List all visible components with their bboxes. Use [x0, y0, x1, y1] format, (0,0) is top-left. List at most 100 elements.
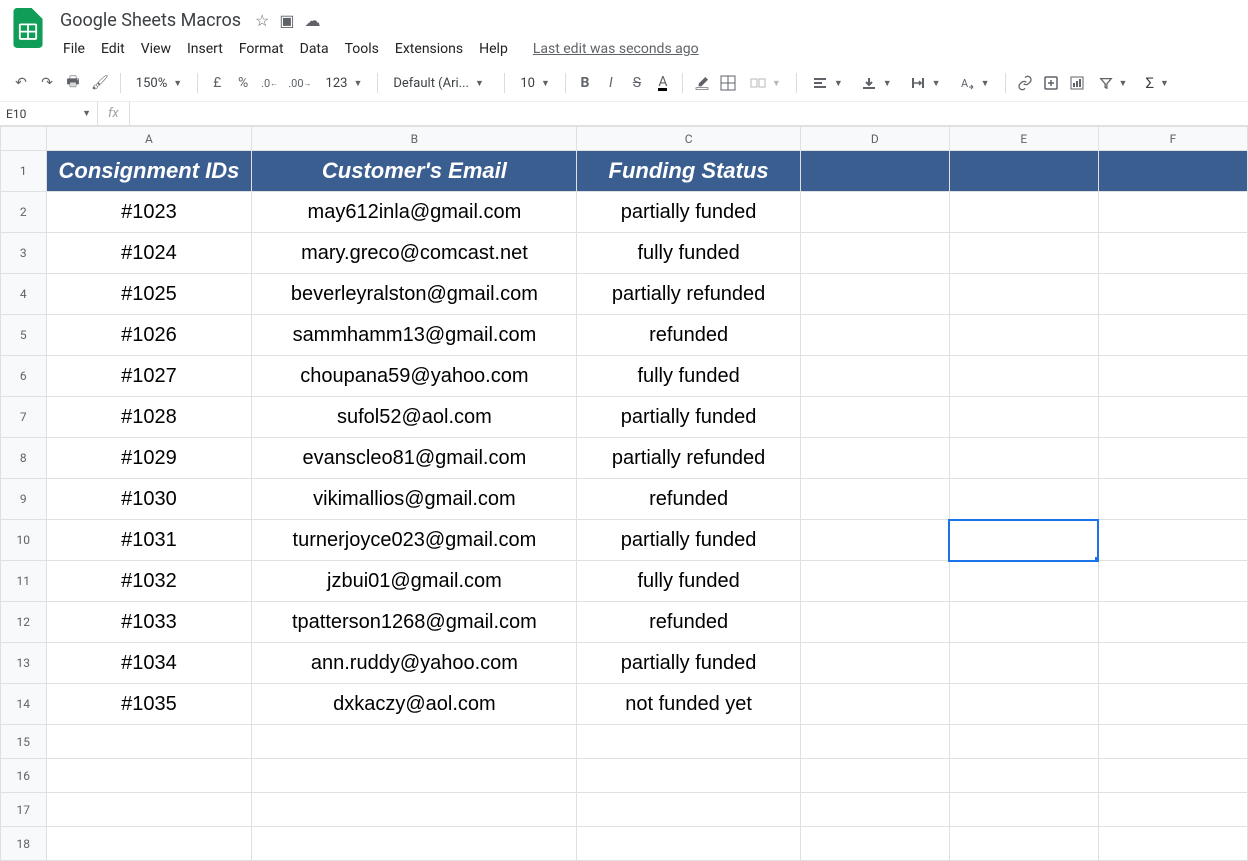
cell-F7[interactable] — [1098, 397, 1247, 438]
cell-F6[interactable] — [1098, 356, 1247, 397]
cell-D18[interactable] — [800, 827, 949, 861]
fill-color-button[interactable] — [691, 71, 713, 95]
formula-input[interactable] — [129, 102, 1248, 125]
cell-B9[interactable]: vikimallios@gmail.com — [252, 479, 577, 520]
last-edit-link[interactable]: Last edit was seconds ago — [533, 41, 699, 57]
cell-A11[interactable]: #1032 — [46, 561, 252, 602]
zoom-select[interactable]: 150% ▼ — [129, 73, 189, 94]
cell-E14[interactable] — [949, 684, 1098, 725]
more-formats-select[interactable]: 123▼ — [319, 73, 370, 94]
merge-cells-button[interactable]: ▼ — [743, 72, 788, 94]
horizontal-align-button[interactable]: ▼ — [805, 72, 850, 94]
cell-D3[interactable] — [800, 233, 949, 274]
column-header-D[interactable]: D — [800, 127, 949, 151]
cell-B3[interactable]: mary.greco@comcast.net — [252, 233, 577, 274]
star-icon[interactable]: ☆ — [255, 11, 269, 30]
column-header-B[interactable]: B — [252, 127, 577, 151]
cell-C5[interactable]: refunded — [577, 315, 800, 356]
italic-button[interactable]: I — [600, 71, 622, 95]
row-header-9[interactable]: 9 — [1, 479, 47, 520]
cell-C11[interactable]: fully funded — [577, 561, 800, 602]
cell-B15[interactable] — [252, 725, 577, 759]
format-percent-button[interactable]: % — [232, 71, 254, 95]
cell-B5[interactable]: sammhamm13@gmail.com — [252, 315, 577, 356]
cell-E10[interactable] — [949, 520, 1098, 561]
cell-F14[interactable] — [1098, 684, 1247, 725]
cell-E12[interactable] — [949, 602, 1098, 643]
format-currency-button[interactable]: £ — [206, 71, 228, 95]
cell-D14[interactable] — [800, 684, 949, 725]
cell-E4[interactable] — [949, 274, 1098, 315]
cell-D16[interactable] — [800, 759, 949, 793]
cell-E18[interactable] — [949, 827, 1098, 861]
cell-D8[interactable] — [800, 438, 949, 479]
cell-E6[interactable] — [949, 356, 1098, 397]
cell-A12[interactable]: #1033 — [46, 602, 252, 643]
cell-A8[interactable]: #1029 — [46, 438, 252, 479]
font-family-select[interactable]: Default (Ari...▼ — [386, 73, 496, 94]
cell-E16[interactable] — [949, 759, 1098, 793]
cell-B13[interactable]: ann.ruddy@yahoo.com — [252, 643, 577, 684]
cell-E9[interactable] — [949, 479, 1098, 520]
row-header-2[interactable]: 2 — [1, 192, 47, 233]
select-all-corner[interactable] — [1, 127, 47, 151]
menu-edit[interactable]: Edit — [94, 37, 132, 61]
cell-A7[interactable]: #1028 — [46, 397, 252, 438]
text-rotation-button[interactable]: A ▼ — [952, 72, 997, 94]
cell-C4[interactable]: partially refunded — [577, 274, 800, 315]
cell-B14[interactable]: dxkaczy@aol.com — [252, 684, 577, 725]
row-header-16[interactable]: 16 — [1, 759, 47, 793]
undo-button[interactable]: ↶ — [10, 71, 32, 95]
cell-D4[interactable] — [800, 274, 949, 315]
font-size-select[interactable]: 10▼ — [513, 73, 557, 94]
cell-C18[interactable] — [577, 827, 800, 861]
cell-D15[interactable] — [800, 725, 949, 759]
cell-F1[interactable] — [1098, 151, 1247, 192]
cell-A1[interactable]: Consignment IDs — [46, 151, 252, 192]
cell-F13[interactable] — [1098, 643, 1247, 684]
cell-E13[interactable] — [949, 643, 1098, 684]
row-header-17[interactable]: 17 — [1, 793, 47, 827]
cell-B18[interactable] — [252, 827, 577, 861]
cell-C9[interactable]: refunded — [577, 479, 800, 520]
increase-decimal-button[interactable]: .00→ — [285, 71, 314, 95]
cell-C15[interactable] — [577, 725, 800, 759]
cell-B6[interactable]: choupana59@yahoo.com — [252, 356, 577, 397]
cell-C3[interactable]: fully funded — [577, 233, 800, 274]
row-header-15[interactable]: 15 — [1, 725, 47, 759]
row-header-6[interactable]: 6 — [1, 356, 47, 397]
cell-F5[interactable] — [1098, 315, 1247, 356]
column-header-C[interactable]: C — [577, 127, 800, 151]
column-header-A[interactable]: A — [46, 127, 252, 151]
cell-C16[interactable] — [577, 759, 800, 793]
menu-format[interactable]: Format — [232, 37, 291, 61]
menu-tools[interactable]: Tools — [338, 37, 386, 61]
cell-A3[interactable]: #1024 — [46, 233, 252, 274]
cell-D6[interactable] — [800, 356, 949, 397]
cell-A16[interactable] — [46, 759, 252, 793]
cell-F16[interactable] — [1098, 759, 1247, 793]
cell-C8[interactable]: partially refunded — [577, 438, 800, 479]
cell-E15[interactable] — [949, 725, 1098, 759]
cell-E7[interactable] — [949, 397, 1098, 438]
cell-B10[interactable]: turnerjoyce023@gmail.com — [252, 520, 577, 561]
cell-F3[interactable] — [1098, 233, 1247, 274]
cell-B17[interactable] — [252, 793, 577, 827]
decrease-decimal-button[interactable]: .0← — [258, 71, 281, 95]
cell-E3[interactable] — [949, 233, 1098, 274]
row-header-11[interactable]: 11 — [1, 561, 47, 602]
cell-C14[interactable]: not funded yet — [577, 684, 800, 725]
cell-A5[interactable]: #1026 — [46, 315, 252, 356]
cell-C2[interactable]: partially funded — [577, 192, 800, 233]
cell-F17[interactable] — [1098, 793, 1247, 827]
cell-D5[interactable] — [800, 315, 949, 356]
cell-A2[interactable]: #1023 — [46, 192, 252, 233]
cell-D17[interactable] — [800, 793, 949, 827]
cell-A13[interactable]: #1034 — [46, 643, 252, 684]
functions-button[interactable]: Σ▼ — [1138, 71, 1176, 95]
row-header-4[interactable]: 4 — [1, 274, 47, 315]
row-header-14[interactable]: 14 — [1, 684, 47, 725]
strikethrough-button[interactable]: S — [626, 71, 648, 95]
cell-F2[interactable] — [1098, 192, 1247, 233]
cell-F15[interactable] — [1098, 725, 1247, 759]
